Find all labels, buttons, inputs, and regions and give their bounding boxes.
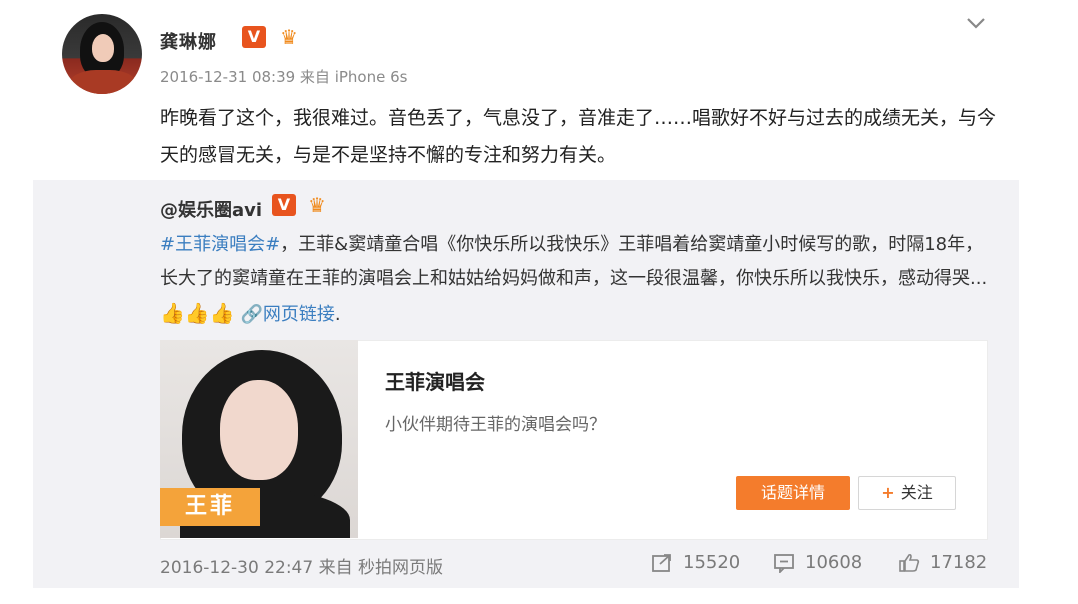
chevron-down-icon[interactable] — [965, 12, 987, 34]
web-link-label: 网页链接 — [262, 304, 335, 325]
image-face — [220, 380, 298, 480]
avatar-face — [92, 34, 114, 62]
web-link[interactable]: 🔗网页链接 — [240, 304, 334, 325]
avatar[interactable] — [62, 14, 142, 94]
comment-count: 10608 — [805, 552, 863, 573]
comment-action[interactable]: 10608 — [773, 552, 862, 573]
post-username[interactable]: 龚琳娜 — [160, 28, 217, 54]
hashtag-link[interactable]: #王菲演唱会# — [160, 234, 280, 255]
post-meta: 2016-12-31 08:39 来自 iPhone 6s — [160, 68, 408, 86]
like-count: 17182 — [930, 552, 988, 573]
repost-trailing: . — [334, 304, 341, 325]
forward-action[interactable]: 15520 — [651, 552, 740, 573]
repost-text: ，王菲&窦靖童合唱《你快乐所以我快乐》王菲唱着给窦靖童小时候写的歌，时隔18年，… — [160, 234, 988, 289]
thumbs-up-icon: 👍👍👍 — [160, 301, 235, 325]
link-icon: 🔗 — [240, 304, 263, 325]
topic-card-subtitle: 小伙伴期待王菲的演唱会吗？ — [385, 415, 606, 435]
topic-detail-button[interactable]: 话题详情 — [736, 476, 850, 510]
post-text: 昨晚看了这个，我很难过。音色丢了，气息没了，音准走了……唱歌好不好与过去的成绩无… — [160, 107, 997, 166]
like-action[interactable]: 17182 — [898, 552, 987, 573]
follow-button[interactable]: + 关注 — [858, 476, 956, 510]
follow-label: 关注 — [900, 483, 933, 502]
topic-card-title[interactable]: 王菲演唱会 — [385, 366, 485, 395]
vip-crown-icon: ♛ — [280, 25, 298, 49]
forward-count: 15520 — [683, 552, 741, 573]
forward-icon — [652, 553, 671, 572]
like-icon — [899, 553, 920, 572]
topic-card-image[interactable]: 王菲 — [160, 340, 358, 538]
image-name-label: 王菲 — [160, 488, 260, 526]
verified-badge: V — [242, 26, 266, 48]
plus-icon: + — [881, 483, 895, 502]
comment-icon — [774, 553, 794, 573]
repost-verified-badge: V — [272, 194, 296, 216]
repost-meta: 2016-12-30 22:47 来自 秒拍网页版 — [160, 558, 443, 578]
avatar-coat — [68, 70, 138, 94]
repost-username[interactable]: @娱乐圈avi — [160, 196, 262, 222]
repost-text-block: #王菲演唱会#，王菲&窦靖童合唱《你快乐所以我快乐》王菲唱着给窦靖童小时候写的歌… — [160, 228, 990, 332]
repost-vip-crown-icon: ♛ — [308, 193, 326, 217]
